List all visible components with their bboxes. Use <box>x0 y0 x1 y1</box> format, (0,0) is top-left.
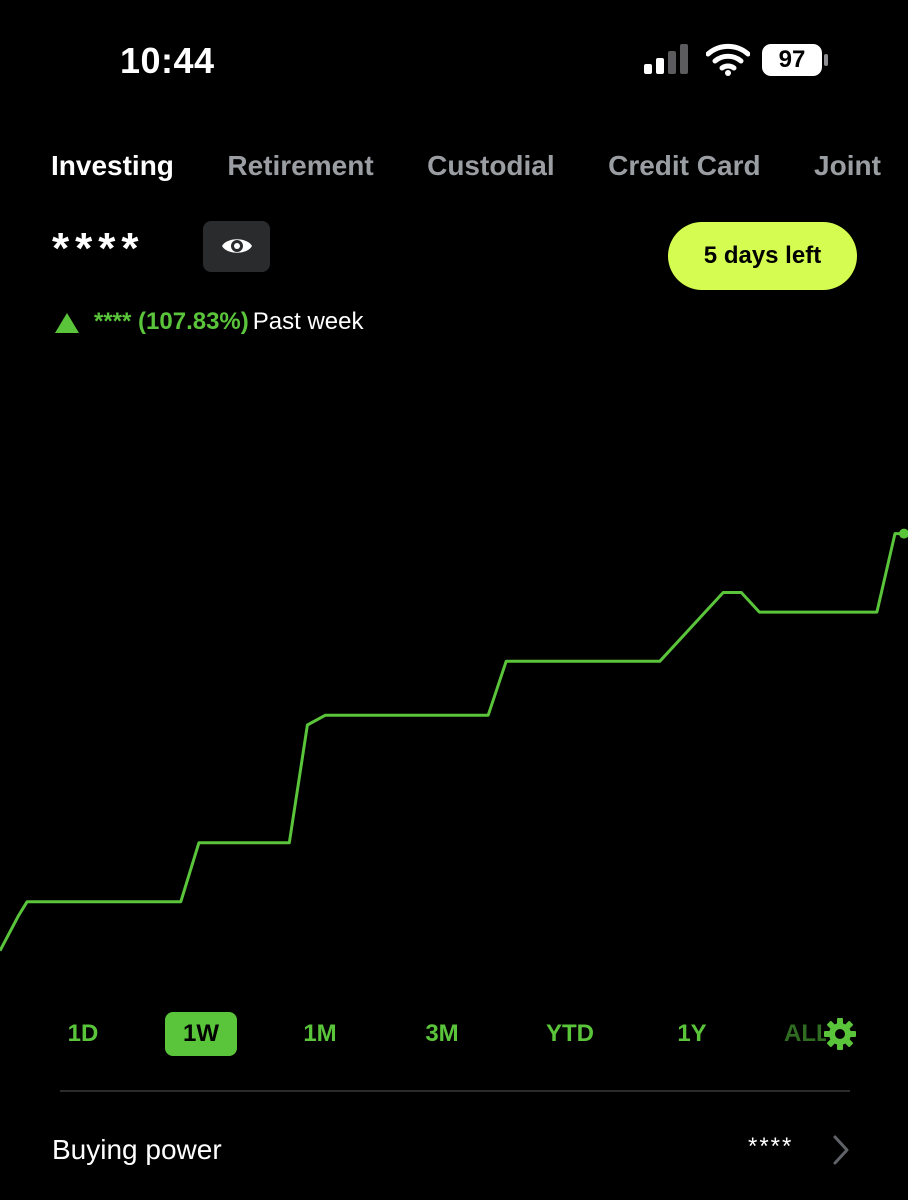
wifi-icon <box>706 43 750 76</box>
change-period: Past week <box>252 308 364 335</box>
gear-icon[interactable] <box>824 1018 856 1050</box>
range-selector: 1D 1W 1M 3M YTD 1Y ALL <box>0 1012 908 1058</box>
status-time: 10:44 <box>120 40 215 81</box>
chart-series-line <box>0 532 904 952</box>
tab-retirement[interactable]: Retirement <box>227 146 373 186</box>
toggle-visibility-button[interactable] <box>203 221 270 272</box>
portfolio-chart[interactable] <box>0 460 908 990</box>
tab-credit-card[interactable]: Credit Card <box>608 146 760 186</box>
change-amount: **** <box>94 308 132 335</box>
range-ytd[interactable]: YTD <box>530 1012 610 1056</box>
tab-custodial[interactable]: Custodial <box>427 146 555 186</box>
range-1d[interactable]: 1D <box>48 1012 118 1056</box>
portfolio-balance: **** <box>52 224 145 273</box>
status-bar: 10:44 97 <box>0 0 908 120</box>
eye-icon <box>222 239 252 253</box>
tab-investing[interactable]: Investing <box>51 146 174 186</box>
cellular-signal-icon <box>644 44 688 74</box>
divider <box>60 1090 850 1092</box>
range-1w[interactable]: 1W <box>165 1012 237 1056</box>
range-3m[interactable]: 3M <box>406 1012 478 1056</box>
battery-level: 97 <box>778 46 806 73</box>
range-all[interactable]: ALL <box>784 1012 826 1056</box>
buying-power-label[interactable]: Buying power <box>52 1130 222 1170</box>
account-tabs: Investing Retirement Custodial Credit Ca… <box>51 146 908 186</box>
days-left-button[interactable]: 5 days left <box>668 222 857 290</box>
performance-summary: **** (107.83%) Past week <box>54 306 363 338</box>
chevron-right-icon[interactable] <box>830 1134 852 1166</box>
chart-current-point <box>899 528 908 539</box>
buying-power-value: **** <box>748 1133 794 1160</box>
range-1y[interactable]: 1Y <box>657 1012 727 1056</box>
change-percent: (107.83%) <box>138 308 249 335</box>
tab-joint[interactable]: Joint <box>814 146 881 186</box>
triangle-up-icon <box>55 312 79 333</box>
range-1m[interactable]: 1M <box>285 1012 355 1056</box>
